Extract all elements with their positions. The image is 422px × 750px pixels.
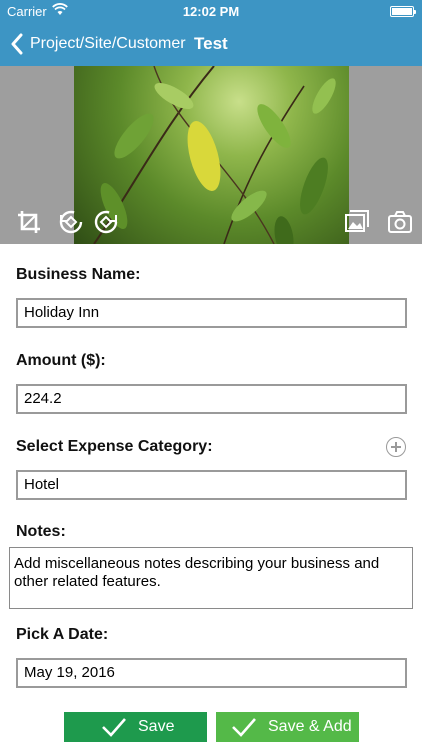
- crop-icon[interactable]: [16, 209, 42, 235]
- amount-label: Amount ($):: [16, 352, 106, 369]
- checkmark-icon: [232, 718, 256, 737]
- back-button[interactable]: Project/Site/Customer: [10, 31, 186, 57]
- business-name-label: Business Name:: [16, 266, 141, 283]
- checkmark-icon: [102, 718, 126, 737]
- save-and-add-button-label: Save & Add: [268, 718, 352, 735]
- rotate-right-icon[interactable]: [93, 209, 119, 235]
- status-time: 12:02 PM: [182, 4, 240, 19]
- add-category-icon[interactable]: [386, 437, 406, 457]
- chevron-left-icon: [11, 33, 23, 55]
- camera-icon[interactable]: [387, 209, 413, 235]
- save-and-add-button[interactable]: Save & Add: [216, 712, 359, 742]
- navigation-bar: Project/Site/Customer Test: [0, 22, 422, 66]
- notes-field[interactable]: Add miscellaneous notes describing your …: [9, 547, 413, 609]
- back-label: Project/Site/Customer: [30, 35, 186, 52]
- business-name-field[interactable]: Holiday Inn: [16, 298, 407, 328]
- save-button[interactable]: Save: [64, 712, 207, 742]
- amount-field[interactable]: 224.2: [16, 384, 407, 414]
- save-button-label: Save: [138, 718, 175, 735]
- expense-category-field[interactable]: Hotel: [16, 470, 407, 500]
- date-label: Pick A Date:: [16, 626, 109, 643]
- status-bar: Carrier 12:02 PM: [0, 0, 422, 22]
- top-bar: Carrier 12:02 PM Project/Site/Customer T…: [0, 0, 422, 66]
- notes-label: Notes:: [16, 523, 66, 540]
- date-field[interactable]: May 19, 2016: [16, 658, 407, 688]
- page-title: Test: [194, 34, 228, 53]
- rotate-left-icon[interactable]: [58, 209, 84, 235]
- battery-icon: [390, 6, 416, 17]
- expense-category-label: Select Expense Category:: [16, 438, 213, 455]
- gallery-icon[interactable]: [344, 209, 370, 235]
